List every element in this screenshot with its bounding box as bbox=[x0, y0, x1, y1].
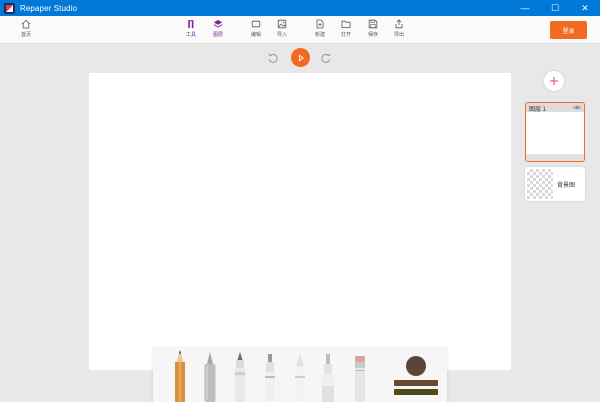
layers-label: 图层 bbox=[212, 32, 223, 38]
export-button[interactable]: 导出 bbox=[387, 19, 411, 38]
save-icon bbox=[368, 19, 378, 29]
undo-button[interactable] bbox=[265, 50, 281, 66]
airbrush-brush-icon[interactable] bbox=[319, 348, 337, 402]
background-layer-name: 背景图 bbox=[557, 183, 576, 189]
pencil-brush-icon[interactable] bbox=[171, 348, 189, 402]
crop-icon bbox=[251, 20, 261, 28]
home-icon bbox=[21, 19, 31, 29]
transparency-checker bbox=[527, 169, 553, 199]
redo-button[interactable] bbox=[318, 50, 334, 66]
login-button[interactable]: 登录 bbox=[550, 21, 587, 39]
marker-brush-icon[interactable] bbox=[201, 348, 219, 402]
maximize-button[interactable]: ☐ bbox=[540, 0, 570, 16]
visibility-eye-icon[interactable] bbox=[573, 104, 581, 111]
layer-name: 图层 1 bbox=[529, 107, 547, 113]
highlighter-brush-icon[interactable] bbox=[261, 348, 279, 402]
share-icon bbox=[395, 19, 403, 29]
save-label: 保存 bbox=[367, 32, 378, 38]
title-bar: Repaper Studio — ☐ ✕ bbox=[0, 0, 600, 16]
tab-layers[interactable]: 图层 bbox=[206, 19, 230, 38]
image-icon bbox=[277, 19, 287, 29]
brush-tray bbox=[153, 348, 447, 402]
tools-label: 工具 bbox=[185, 32, 196, 38]
hue-slider[interactable] bbox=[394, 380, 438, 386]
background-layer-card[interactable]: 背景图 bbox=[525, 167, 585, 201]
open-button[interactable]: 打开 bbox=[334, 19, 358, 38]
save-button[interactable]: 保存 bbox=[361, 19, 385, 38]
play-button[interactable] bbox=[291, 48, 310, 67]
home-label: 首页 bbox=[20, 32, 31, 38]
import-button[interactable]: 导入 bbox=[270, 19, 294, 38]
app-logo-icon bbox=[4, 2, 15, 14]
window-controls: — ☐ ✕ bbox=[510, 0, 600, 16]
layers-icon bbox=[213, 20, 223, 28]
new-file-icon bbox=[316, 19, 324, 29]
import-label: 导入 bbox=[276, 32, 287, 38]
history-controls bbox=[262, 47, 338, 69]
plus-icon bbox=[550, 77, 558, 85]
new-button[interactable]: 新建 bbox=[308, 19, 332, 38]
tab-tools[interactable]: 工具 bbox=[179, 19, 203, 38]
home-button[interactable]: 首页 bbox=[14, 19, 38, 38]
pen-brush-icon[interactable] bbox=[231, 348, 249, 402]
crayon-brush-icon[interactable] bbox=[291, 348, 309, 402]
eraser-brush-icon[interactable] bbox=[351, 348, 369, 402]
add-layer-button[interactable] bbox=[544, 71, 564, 91]
main-toolbar: 首页 工具 图层 编辑 导入 新建 打开 保存 导出 登录 bbox=[0, 16, 600, 44]
crop-label: 编辑 bbox=[250, 32, 261, 38]
close-button[interactable]: ✕ bbox=[570, 0, 600, 16]
current-color-swatch[interactable] bbox=[406, 356, 426, 376]
folder-icon bbox=[341, 20, 351, 28]
crop-button[interactable]: 编辑 bbox=[244, 19, 268, 38]
undo-icon bbox=[268, 53, 278, 63]
layer-footer bbox=[526, 154, 584, 161]
redo-icon bbox=[321, 53, 331, 63]
open-label: 打开 bbox=[340, 32, 351, 38]
play-icon bbox=[298, 54, 304, 61]
tools-icon bbox=[188, 20, 194, 28]
window-title: Repaper Studio bbox=[20, 3, 77, 13]
drawing-canvas[interactable] bbox=[89, 73, 511, 370]
layer-card-1[interactable]: 图层 1 bbox=[525, 102, 585, 162]
minimize-button[interactable]: — bbox=[510, 0, 540, 16]
export-label: 导出 bbox=[393, 32, 404, 38]
new-label: 新建 bbox=[314, 32, 325, 38]
shade-slider[interactable] bbox=[394, 389, 438, 395]
